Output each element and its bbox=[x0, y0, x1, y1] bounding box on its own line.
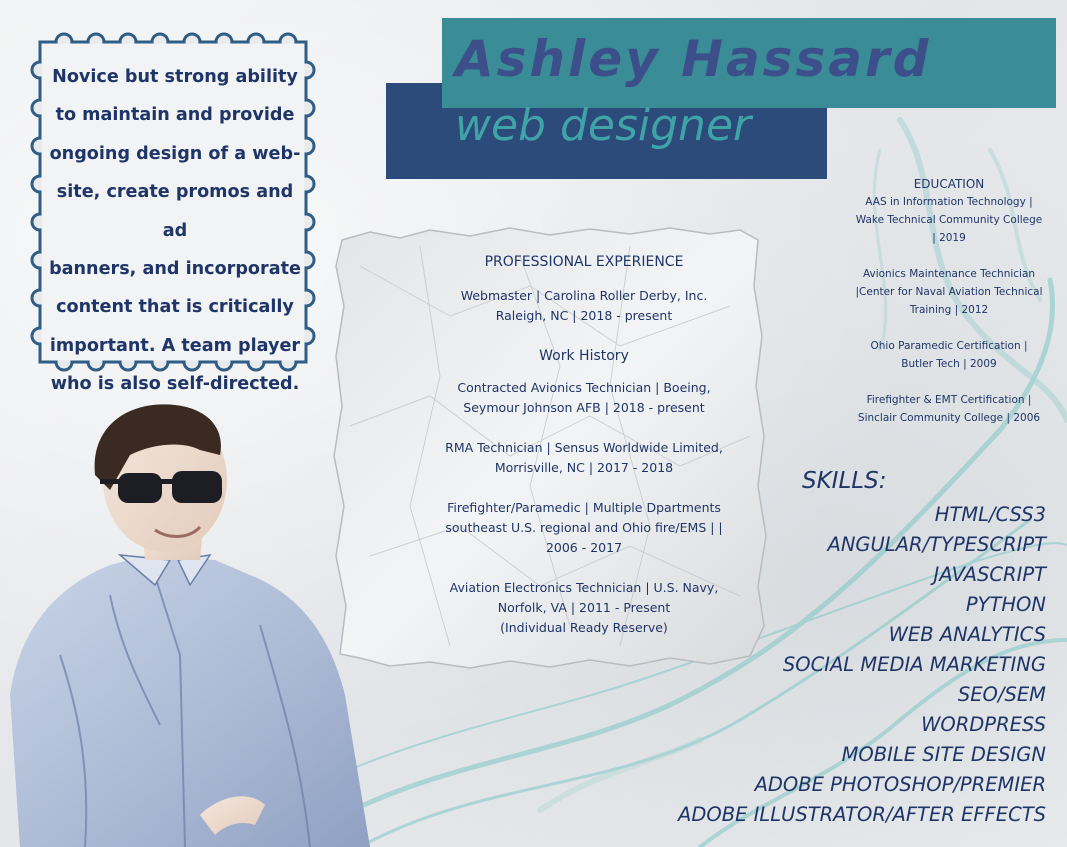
skill-item: SEO/SEM bbox=[957, 683, 1046, 706]
skill-item: JAVASCRIPT bbox=[933, 563, 1046, 586]
education-line: Butler Tech | 2009 bbox=[901, 358, 997, 370]
education-section: EDUCATION AAS in Information Technology … bbox=[850, 175, 1048, 445]
experience-heading: PROFESSIONAL EXPERIENCE bbox=[484, 254, 684, 270]
education-line: Avionics Maintenance Technician bbox=[862, 268, 1036, 280]
skill-item: PYTHON bbox=[965, 593, 1046, 616]
education-entry: AAS in Information Technology | Wake Tec… bbox=[850, 193, 1048, 247]
education-entry: Ohio Paramedic Certification | Butler Te… bbox=[850, 337, 1048, 373]
experience-line: Webmaster | Carolina Roller Derby, Inc. bbox=[460, 288, 708, 303]
summary-line: important. A team player bbox=[49, 335, 301, 356]
summary-line: content that is critically bbox=[56, 297, 294, 318]
summary-text: Novice but strong ability to maintain an… bbox=[46, 58, 304, 404]
summary-line: banners, and incorporate bbox=[49, 259, 301, 280]
education-heading: EDUCATION bbox=[913, 177, 985, 191]
education-line: AAS in Information Technology | bbox=[865, 196, 1033, 208]
skills-heading: SKILLS: bbox=[802, 468, 887, 494]
education-entry: Firefighter & EMT Certification | Sincla… bbox=[850, 391, 1048, 427]
education-line: Ohio Paramedic Certification | bbox=[870, 340, 1028, 352]
education-line: Sinclair Community College | 2006 bbox=[857, 412, 1041, 424]
job-entry: RMA Technician | Sensus Worldwide Limite… bbox=[380, 438, 788, 478]
education-entry: Avionics Maintenance Technician |Center … bbox=[850, 265, 1048, 319]
education-line: |Center for Naval Aviation Technical bbox=[855, 286, 1043, 298]
skill-item: MOBILE SITE DESIGN bbox=[841, 743, 1046, 766]
education-line: Training | 2012 bbox=[909, 304, 989, 316]
current-position: Webmaster | Carolina Roller Derby, Inc. … bbox=[380, 286, 788, 326]
skill-item: WEB ANALYTICS bbox=[888, 623, 1046, 646]
education-line: Firefighter & EMT Certification | bbox=[866, 394, 1032, 406]
work-history-heading: Work History bbox=[539, 348, 629, 364]
education-line: Wake Technical Community College bbox=[855, 214, 1043, 226]
job-line: Contracted Avionics Technician | Boeing, bbox=[457, 380, 711, 395]
summary-line: to maintain and provide bbox=[55, 105, 295, 126]
skill-item: ANGULAR/TYPESCRIPT bbox=[827, 533, 1047, 556]
summary-line: ongoing design of a web- bbox=[49, 143, 301, 164]
job-line: Morrisville, NC | 2017 - 2018 bbox=[494, 460, 674, 475]
education-line: | 2019 bbox=[932, 232, 966, 244]
job-line: Seymour Johnson AFB | 2018 - present bbox=[463, 400, 705, 415]
person-name: Ashley Hassard bbox=[455, 30, 932, 88]
experience-line: Raleigh, NC | 2018 - present bbox=[495, 308, 673, 323]
summary-line: site, create promos and ad bbox=[56, 182, 294, 241]
job-title: web designer bbox=[455, 100, 752, 151]
skill-item: WORDPRESS bbox=[921, 713, 1046, 736]
skill-item: ADOBE ILLUSTRATOR/AFTER EFFECTS bbox=[677, 803, 1046, 826]
skills-list: HTML/CSS3 ANGULAR/TYPESCRIPT JAVASCRIPT … bbox=[678, 500, 1046, 830]
summary-stamp: Novice but strong ability to maintain an… bbox=[24, 28, 322, 394]
job-entry: Contracted Avionics Technician | Boeing,… bbox=[380, 378, 788, 418]
skill-item: HTML/CSS3 bbox=[934, 503, 1046, 526]
portrait-photo bbox=[10, 404, 370, 847]
skill-item: SOCIAL MEDIA MARKETING bbox=[782, 653, 1046, 676]
summary-line: Novice but strong ability bbox=[52, 67, 298, 87]
skill-item: ADOBE PHOTOSHOP/PREMIER bbox=[754, 773, 1046, 796]
job-line: RMA Technician | Sensus Worldwide Limite… bbox=[445, 440, 723, 455]
